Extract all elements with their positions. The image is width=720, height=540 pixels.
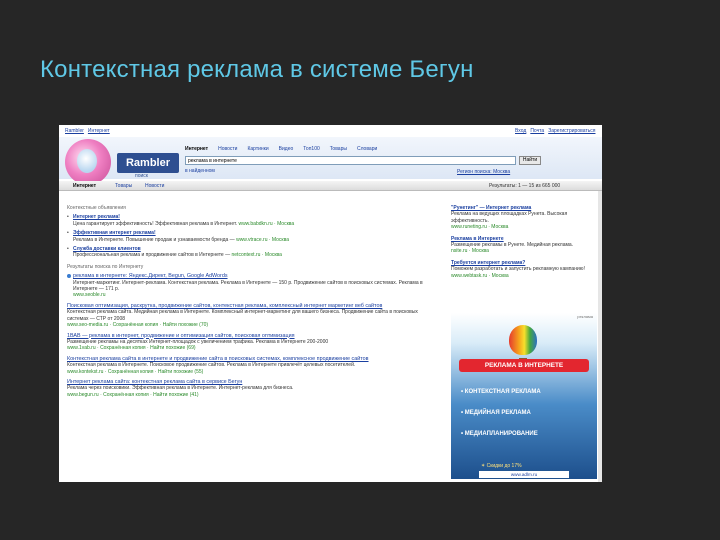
ad-url[interactable]: www.vtrace.ru · Москва	[236, 237, 289, 243]
context-ad: Служба доставки клиентов Профессиональна…	[67, 246, 439, 259]
ad-snippet: Профессиональная реклама и продвижение с…	[73, 252, 282, 259]
ad-snippet: Реклама в Интернете. Повышение продаж и …	[73, 236, 289, 243]
rambler-logo-icon[interactable]	[65, 139, 111, 185]
nav-tab-images[interactable]: Картинки	[247, 146, 268, 152]
search-header: Rambler поиск Интернет Новости Картинки Вид…	[59, 137, 602, 185]
link-rambler[interactable]: Rambler	[65, 128, 84, 134]
right-ad-url[interactable]: www.runeting.ru · Москва	[451, 224, 597, 230]
link-mail[interactable]: Почта	[530, 128, 544, 134]
result-tabs: Интернет Товары Новости Результаты: 1 — …	[59, 181, 602, 191]
context-ad: Интернет реклама! Цена гарантирует эффек…	[67, 214, 439, 227]
right-ad: Реклама в Интернете Размещение рекламы в…	[451, 236, 597, 255]
link-internet[interactable]: Интернет	[88, 128, 110, 134]
region-link[interactable]: Регион поиска: Москва	[457, 169, 510, 175]
right-ad: Требуется интернет реклама? Поможем разр…	[451, 260, 597, 279]
banner-discount: ✶ Скидки до 17%	[481, 463, 522, 469]
result-tab-news[interactable]: Новости	[145, 183, 164, 189]
search-result: реклама в интернете: Яндекс.Директ, Begu…	[67, 273, 439, 299]
result-url[interactable]: www.begun.ru · Сохранённая копия · Найти…	[67, 392, 439, 398]
search-result: Контекстная реклама сайта в интернете и …	[67, 356, 439, 375]
right-ad-url[interactable]: nsite.ru · Москва	[451, 248, 597, 254]
result-url[interactable]: www.1vab.ru · Сохранённая копия · Найти …	[67, 345, 439, 351]
nav-tab-dictionaries[interactable]: Словари	[357, 146, 377, 152]
banner-item: • КОНТЕКСТНАЯ РЕКЛАМА	[461, 389, 541, 395]
search-nav-tabs: Интернет Новости Картинки Видео Топ100 Товары…	[185, 146, 387, 152]
nav-tab-goods[interactable]: Товары	[330, 146, 347, 152]
banner-ad-label: реклама	[577, 314, 593, 319]
right-ad-url[interactable]: www.webtask.ru · Москва	[451, 273, 597, 279]
results-count: Результаты: 1 — 15 из 665 000	[489, 183, 561, 189]
slide-title: Контекстная реклама в системе Бегун	[40, 56, 474, 83]
top-right-links: Вход Почта Зарегистрироваться	[515, 128, 599, 134]
logo-wordmark[interactable]: Rambler	[117, 153, 179, 173]
banner-item: • МЕДИЙНАЯ РЕКЛАМА	[461, 410, 531, 416]
ad-url[interactable]: www.babdkn.ru · Москва	[238, 221, 294, 227]
result-tab-internet[interactable]: Интернет	[73, 183, 96, 189]
link-login[interactable]: Вход	[515, 128, 526, 134]
logo-subtitle: поиск	[135, 173, 148, 179]
banner-item: • МЕДИАПЛАНИРОВАНИЕ	[461, 431, 538, 437]
hot-air-balloon-icon	[509, 325, 537, 363]
search-result: 1ВАВ — реклама в интернет, продвижение и…	[67, 333, 439, 352]
results-column: Контекстные объявления Интернет реклама!…	[67, 205, 439, 402]
banner-site-link[interactable]: www.adlm.ru	[479, 471, 569, 478]
link-register[interactable]: Зарегистрироваться	[548, 128, 595, 134]
result-url[interactable]: www.kontekst.ru · Сохранённая копия · На…	[67, 369, 439, 375]
browser-screenshot: Rambler Интернет Вход Почта Зарегистрироват…	[59, 125, 602, 482]
search-result: Поисковая оптимизация, раскрутка, продви…	[67, 303, 439, 329]
result-tab-goods[interactable]: Товары	[115, 183, 132, 189]
banner-headline: РЕКЛАМА В ИНТЕРНЕТЕ	[459, 359, 589, 372]
right-ads-column: "Рунетинг" — Интернет реклама Реклама на…	[451, 205, 597, 284]
ad-url[interactable]: netcontext.ru · Москва	[232, 252, 282, 258]
nav-tab-top100[interactable]: Топ100	[303, 146, 320, 152]
result-snippet: Контекстная реклама сайта. Медийная рекл…	[67, 309, 418, 322]
right-ad-snippet: Реклама на ведущих площадках Рунета. Выс…	[451, 211, 568, 224]
search-results-label: Результаты поиска по Интернету	[67, 263, 144, 270]
nav-tab-news[interactable]: Новости	[218, 146, 237, 152]
nav-tab-internet[interactable]: Интернет	[185, 146, 208, 152]
banner-ad[interactable]: реклама РЕКЛАМА В ИНТЕРНЕТЕ • КОНТЕКСТНА…	[451, 313, 597, 479]
top-left-links: Rambler Интернет	[65, 128, 114, 134]
right-ad-snippet: Поможем разработать и запустить рекламну…	[451, 266, 585, 273]
search-result: Интернет реклама сайта: контекстная рекл…	[67, 379, 439, 398]
ad-snippet: Цена гарантирует эффективность! Эффектив…	[73, 220, 295, 227]
page-scrollbar[interactable]	[598, 191, 602, 482]
search-scope-option[interactable]: в найденном	[185, 168, 215, 174]
result-snippet: Интернет-маркетинг. Интернет-реклама. Ко…	[73, 279, 423, 293]
context-ad: Эффективная интернет реклама! Реклама в …	[67, 230, 439, 243]
search-button[interactable]: Найти	[519, 156, 541, 165]
right-ad: "Рунетинг" — Интернет реклама Реклама на…	[451, 205, 597, 231]
result-url[interactable]: www.seo-media.ru · Сохранённая копия · Н…	[67, 322, 439, 328]
search-input[interactable]	[185, 156, 516, 165]
context-ads-label: Контекстные объявления	[67, 205, 126, 211]
result-url[interactable]: www.seoble.ru	[73, 292, 439, 298]
nav-tab-video[interactable]: Видео	[279, 146, 294, 152]
